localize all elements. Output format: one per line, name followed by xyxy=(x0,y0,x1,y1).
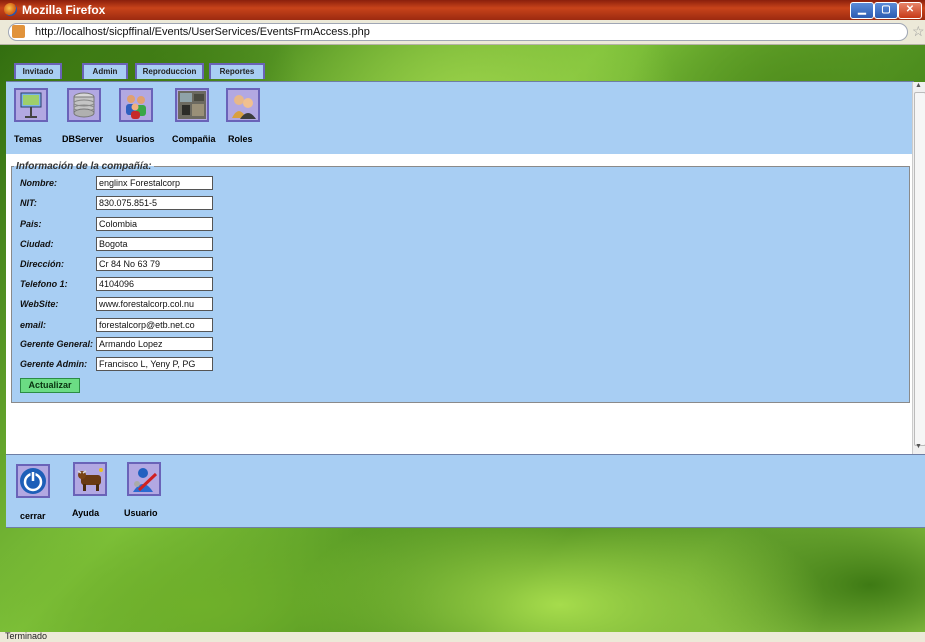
site-icon xyxy=(12,25,25,38)
label-gerente-general: Gerente General: xyxy=(20,339,94,349)
usuarios-button[interactable] xyxy=(119,88,153,122)
url-field[interactable]: http://localhost/sicpffinal/Events/UserS… xyxy=(8,23,908,41)
status-text: Terminado xyxy=(5,631,48,641)
roles-label: Roles xyxy=(228,134,253,144)
usuario-button[interactable] xyxy=(127,462,161,496)
temas-button[interactable] xyxy=(14,88,48,122)
ayuda-button[interactable] xyxy=(73,462,107,496)
roles-button[interactable] xyxy=(226,88,260,122)
window-titlebar: Mozilla Firefox ▁ ▢ ✕ xyxy=(0,0,925,20)
company-photo-icon xyxy=(178,91,206,119)
input-website[interactable]: www.forestalcorp.col.nu xyxy=(96,297,213,311)
tab-reportes[interactable]: Reportes xyxy=(209,63,265,79)
ayuda-label: Ayuda xyxy=(72,508,100,518)
vertical-scrollbar[interactable]: ▲ ▼ xyxy=(912,82,925,454)
page-content: Invitado Admin Reproduccion Reportes Tem… xyxy=(0,45,925,632)
bookmark-star-icon[interactable]: ☆ xyxy=(912,23,925,40)
label-gerente-admin: Gerente Admin: xyxy=(20,359,88,369)
compania-label: Compañia xyxy=(172,134,216,144)
label-ciudad: Ciudad: xyxy=(20,239,54,249)
toolbar-panel: Temas DBServer Usuarios Compañia Roles xyxy=(6,81,914,155)
label-telefono: Telefono 1: xyxy=(20,279,68,289)
scroll-down-icon[interactable]: ▼ xyxy=(915,443,922,450)
dbserver-button[interactable] xyxy=(67,88,101,122)
help-cow-icon xyxy=(77,468,103,491)
label-pais: Pais: xyxy=(20,219,42,229)
input-telefono[interactable]: 4104096 xyxy=(96,277,213,291)
label-nit: NIT: xyxy=(20,198,37,208)
tab-reproduccion[interactable]: Reproduccion xyxy=(135,63,204,79)
address-bar: http://localhost/sicpffinal/Events/UserS… xyxy=(0,20,925,45)
window-title: Mozilla Firefox xyxy=(22,3,106,17)
input-ciudad[interactable]: Bogota xyxy=(96,237,213,251)
label-nombre: Nombre: xyxy=(20,178,58,188)
maximize-button[interactable]: ▢ xyxy=(874,2,898,19)
temas-label: Temas xyxy=(14,134,42,144)
tab-admin[interactable]: Admin xyxy=(82,63,128,79)
status-bar: Terminado xyxy=(0,631,925,642)
input-direccion[interactable]: Cr 84 No 63 79 xyxy=(96,257,213,271)
minimize-button[interactable]: ▁ xyxy=(850,2,874,19)
scroll-up-icon[interactable]: ▲ xyxy=(915,82,922,89)
label-email: email: xyxy=(20,320,47,330)
scroll-thumb[interactable] xyxy=(914,92,925,446)
projector-icon xyxy=(20,92,42,118)
company-info-legend: Información de la compañía: xyxy=(16,161,152,172)
user-tools-icon xyxy=(133,468,158,492)
input-pais[interactable]: Colombia xyxy=(96,217,213,231)
input-gerente-admin[interactable]: Francisco L, Yeny P, PG xyxy=(96,357,213,371)
input-gerente-general[interactable]: Armando Lopez xyxy=(96,337,213,351)
input-nit[interactable]: 830.075.851-5 xyxy=(96,196,213,210)
roles-icon xyxy=(232,95,256,119)
database-icon xyxy=(73,92,95,118)
tab-invitado[interactable]: Invitado xyxy=(14,63,62,79)
cerrar-button[interactable] xyxy=(16,464,50,498)
compania-button[interactable] xyxy=(175,88,209,122)
label-website: WebSite: xyxy=(20,299,59,309)
usuario-label: Usuario xyxy=(124,508,158,518)
actualizar-button[interactable]: Actualizar xyxy=(20,378,80,393)
usuarios-label: Usuarios xyxy=(116,134,155,144)
firefox-icon xyxy=(4,3,17,16)
url-text: http://localhost/sicpffinal/Events/UserS… xyxy=(35,26,370,38)
power-icon xyxy=(20,468,46,494)
cerrar-label: cerrar xyxy=(20,511,46,521)
users-icon xyxy=(126,95,146,119)
bottom-panel: cerrar Ayuda Usuario xyxy=(6,454,925,528)
dbserver-label: DBServer xyxy=(62,134,104,144)
close-window-button[interactable]: ✕ xyxy=(898,2,922,19)
label-direccion: Dirección: xyxy=(20,259,65,269)
input-email[interactable]: forestalcorp@etb.net.co xyxy=(96,318,213,332)
input-nombre[interactable]: englinx Forestalcorp xyxy=(96,176,213,190)
